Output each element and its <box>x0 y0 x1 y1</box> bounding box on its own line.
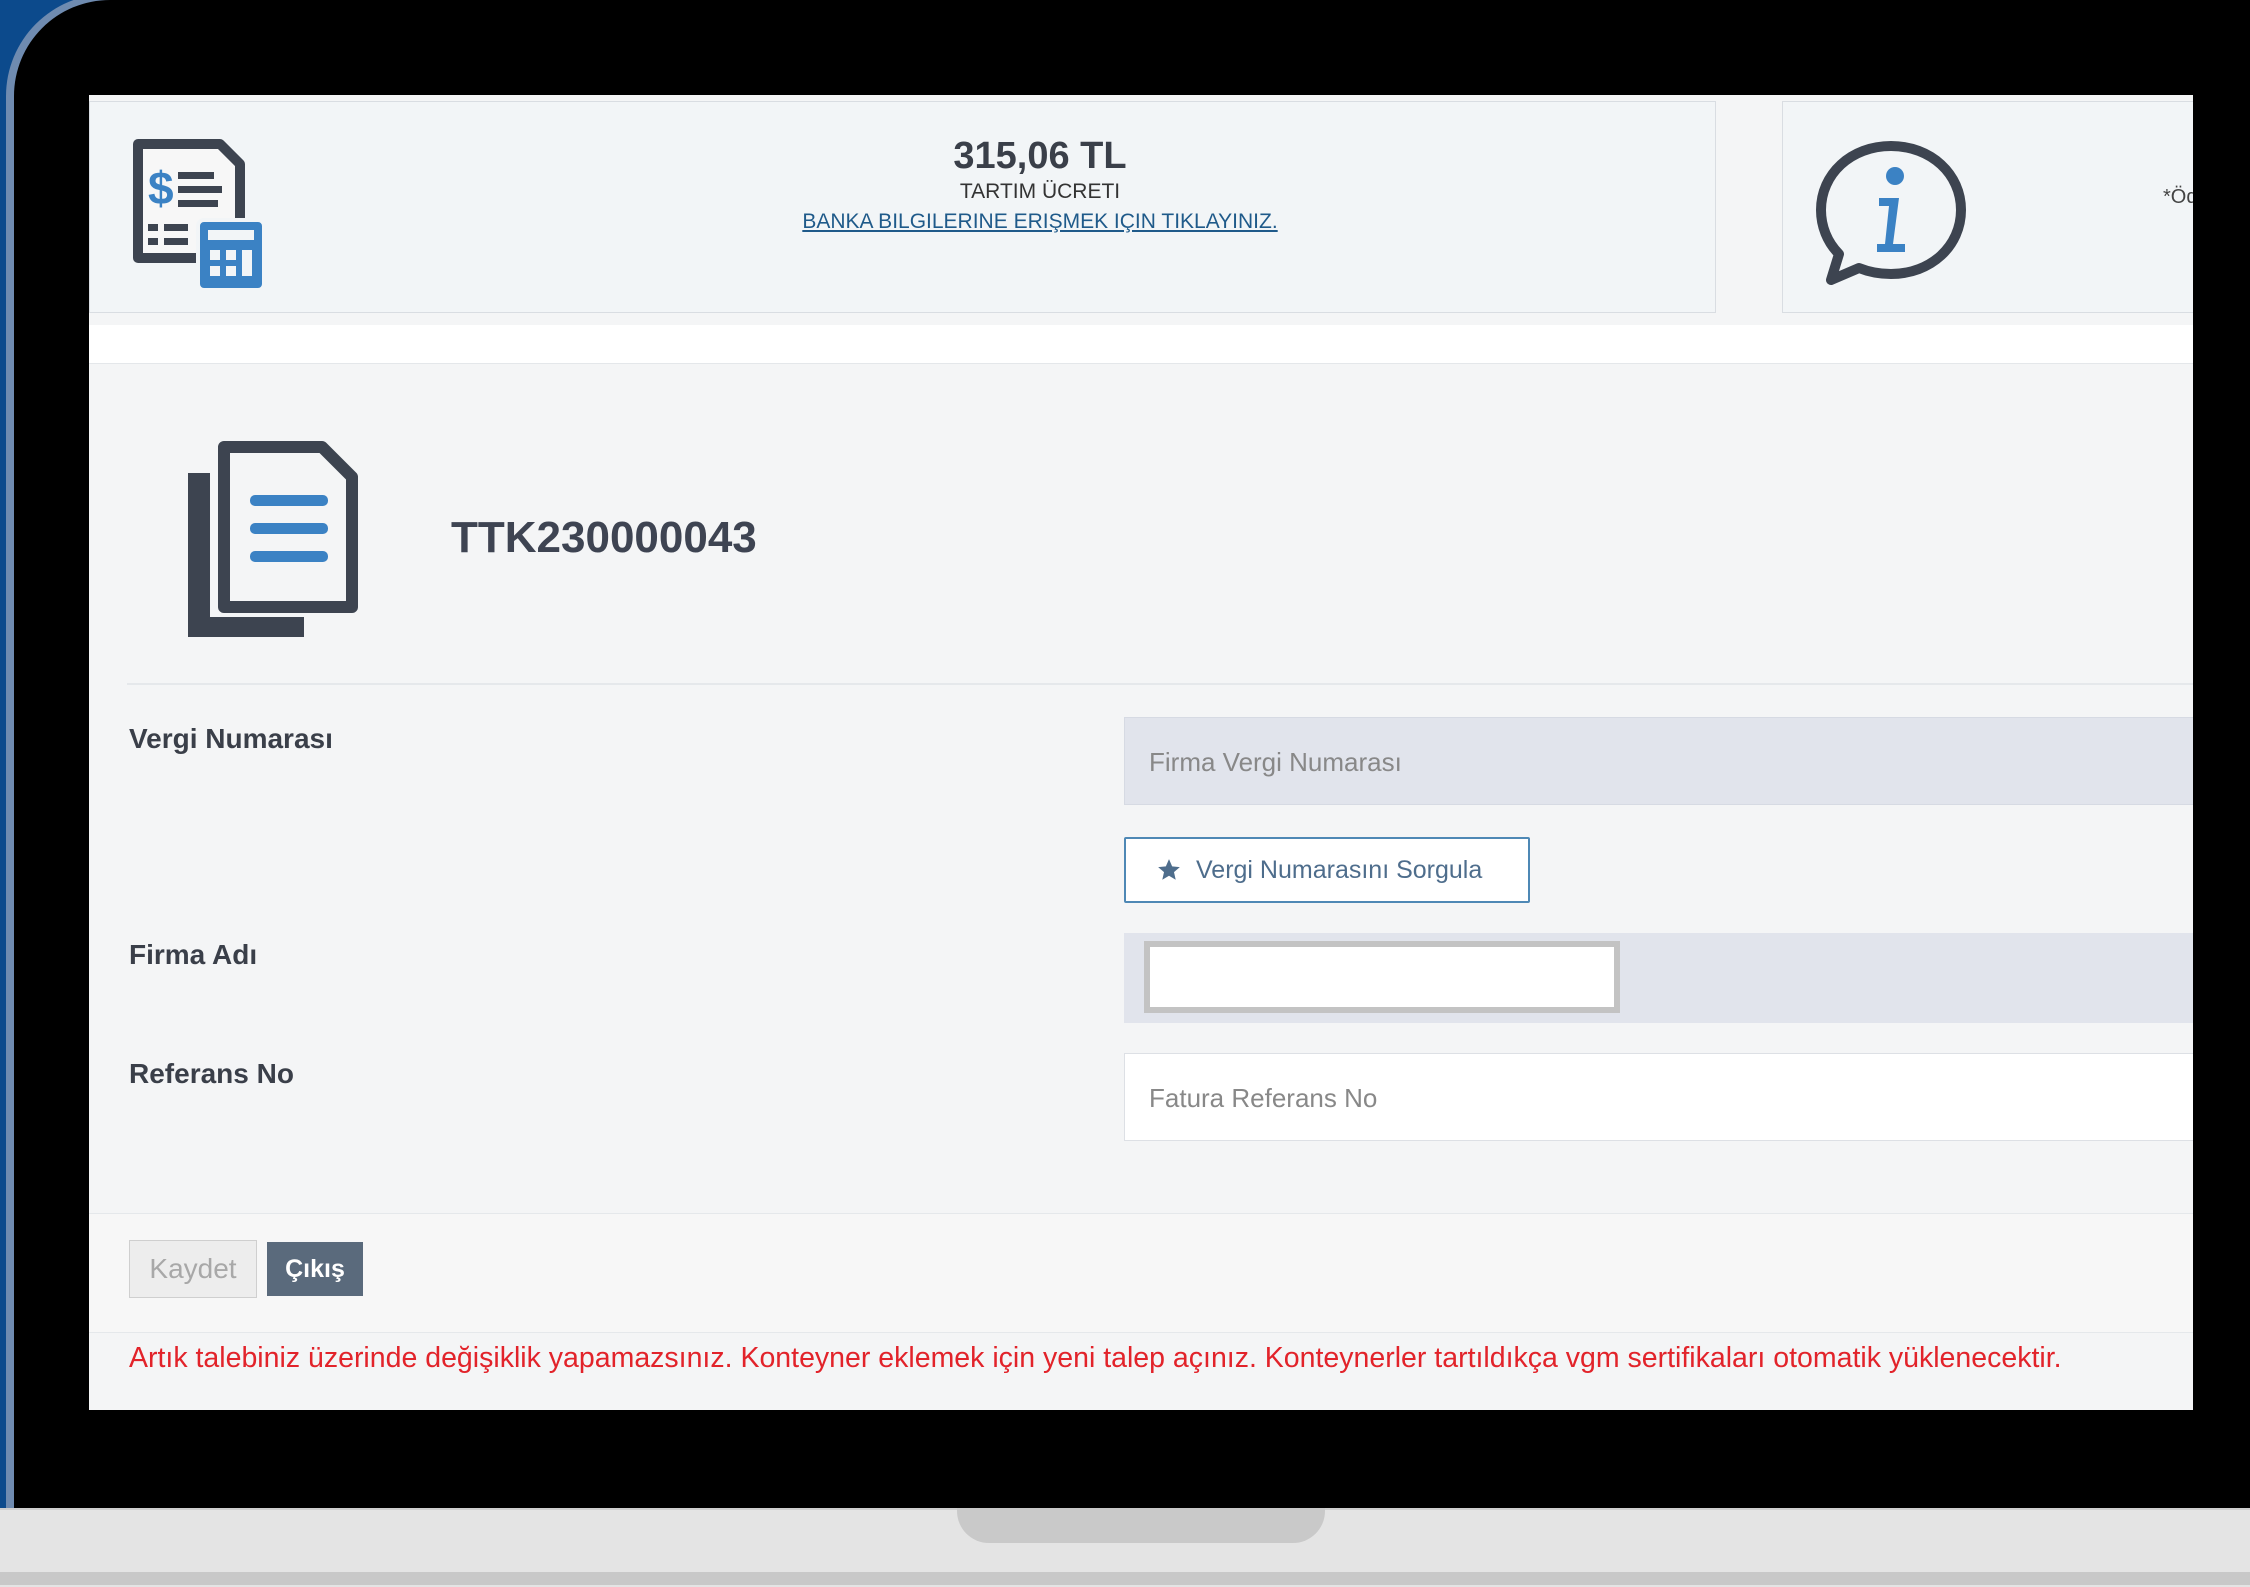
save-button[interactable]: Kaydet <box>129 1240 257 1298</box>
document-icon <box>188 441 358 637</box>
laptop-base-edge <box>0 1572 2250 1585</box>
reference-no-label: Referans No <box>129 1058 294 1089</box>
section-band <box>89 325 2193 364</box>
svg-text:$: $ <box>148 162 174 214</box>
request-number: TTK230000043 <box>451 513 757 562</box>
exit-button[interactable]: Çıkış <box>267 1242 363 1296</box>
tax-number-label: Vergi Numarası <box>129 723 333 754</box>
warning-message: Artık talebiniz üzerinde değişiklik yapa… <box>129 1342 2062 1374</box>
invoice-calculator-icon: $ <box>133 139 266 292</box>
tax-number-input[interactable]: Firma Vergi Numarası <box>1124 717 2193 805</box>
divider <box>127 683 2193 685</box>
info-text: *Öd <box>2163 186 2193 208</box>
query-tax-number-button[interactable]: Vergi Numarasını Sorgula <box>1124 837 1530 903</box>
company-name-input[interactable] <box>1144 941 1620 1013</box>
info-speech-icon <box>1816 141 1966 285</box>
fee-amount: 315,06 TL <box>953 135 1127 177</box>
laptop-notch <box>957 1508 1325 1543</box>
company-name-label: Firma Adı <box>129 939 258 970</box>
fee-summary: 315,06 TL TARTIM ÜCRETI BANKA BILGILERIN… <box>690 134 1390 238</box>
company-name-row <box>1124 933 2193 1023</box>
star-icon <box>1158 859 1180 880</box>
query-button-label: Vergi Numarasını Sorgula <box>1196 855 1483 884</box>
fee-label: TARTIM ÜCRETI <box>959 180 1121 203</box>
reference-no-input[interactable]: Fatura Referans No <box>1124 1053 2193 1141</box>
app-screen: $ 315,06 TL TARTIM ÜCRETI BANKA BILGILER… <box>89 95 2193 1410</box>
info-card: *Öd <box>1782 101 2193 313</box>
form-footer <box>89 1213 2193 1333</box>
bank-info-link[interactable]: BANKA BILGILERINE ERIŞMEK IÇIN TIKLAYINI… <box>690 206 1390 238</box>
fee-card: $ 315,06 TL TARTIM ÜCRETI BANKA BILGILER… <box>89 101 1716 313</box>
